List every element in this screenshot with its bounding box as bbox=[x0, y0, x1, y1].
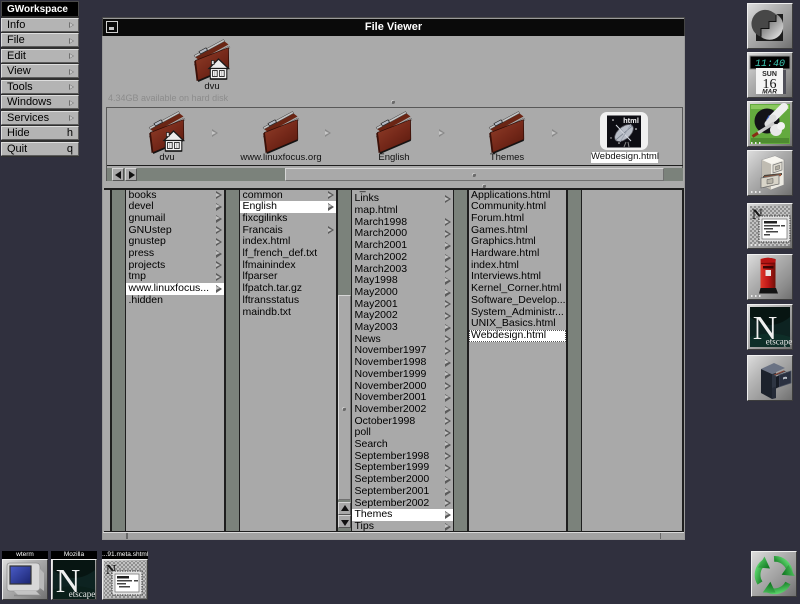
svg-text:etscape: etscape bbox=[766, 336, 792, 346]
svg-text:etscape: etscape bbox=[69, 589, 95, 599]
svg-text:MAR: MAR bbox=[762, 88, 777, 95]
